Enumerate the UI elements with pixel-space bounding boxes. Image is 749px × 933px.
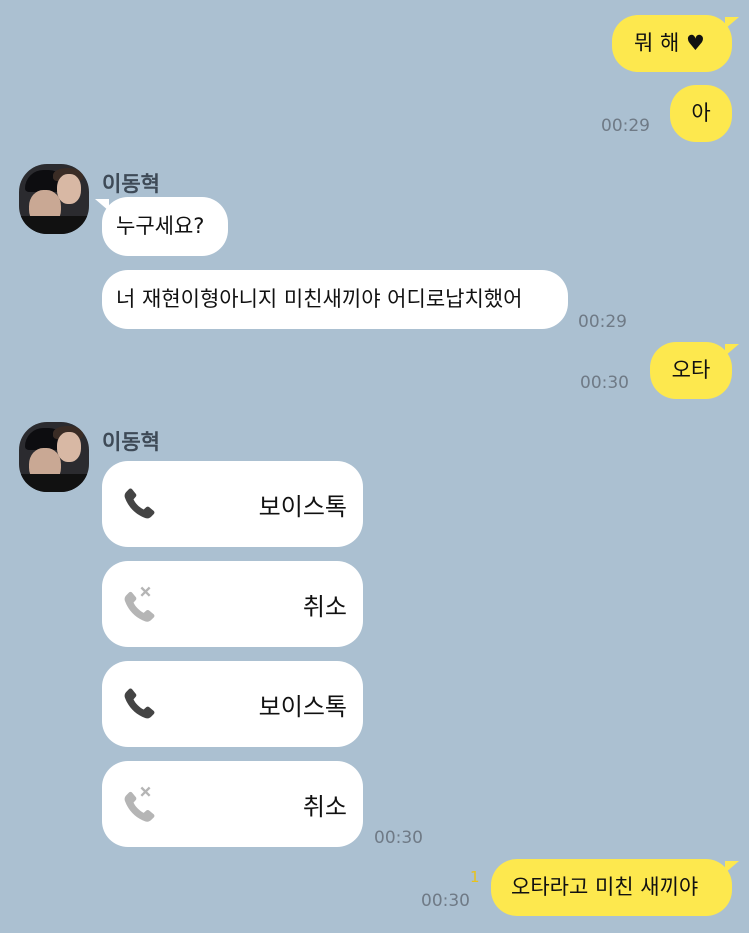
phone-missed-icon bbox=[124, 586, 155, 622]
message-time: 00:30 bbox=[421, 891, 470, 911]
my-message-bubble[interactable]: 오타라고 미친 새끼야 bbox=[491, 859, 739, 916]
call-label: 취소 bbox=[302, 592, 347, 621]
cancelled-call-card[interactable]: 취소 bbox=[102, 561, 363, 647]
avatar[interactable] bbox=[19, 164, 89, 234]
my-message-bubble[interactable]: 오타 bbox=[650, 342, 739, 399]
phone-missed-icon bbox=[124, 786, 155, 822]
their-message-bubble[interactable]: 너 재현이형아니지 미친새끼야 어디로납치했어 bbox=[102, 270, 568, 329]
message-text: 오타라고 미친 새끼야 bbox=[511, 875, 699, 899]
avatar[interactable] bbox=[19, 422, 89, 492]
phone-icon bbox=[124, 688, 155, 719]
voice-call-card[interactable]: 보이스톡 bbox=[102, 661, 363, 747]
message-time: 00:29 bbox=[601, 116, 650, 136]
phone-icon bbox=[124, 488, 155, 519]
cancelled-call-card[interactable]: 취소 bbox=[102, 761, 363, 847]
call-label: 보이스톡 bbox=[258, 492, 347, 521]
contact-name: 이동혁 bbox=[102, 430, 160, 454]
message-text: 너 재현이형아니지 미친새끼야 어디로납치했어 bbox=[116, 287, 523, 311]
message-text: 아 bbox=[691, 101, 711, 125]
voice-call-card[interactable]: 보이스톡 bbox=[102, 461, 363, 547]
message-time: 00:30 bbox=[374, 828, 423, 848]
message-time: 00:30 bbox=[580, 373, 629, 393]
message-text: 오타 bbox=[671, 358, 711, 382]
their-message-bubble[interactable]: 누구세요? bbox=[95, 197, 228, 256]
unread-count: 1 bbox=[470, 868, 480, 886]
message-text: 누구세요? bbox=[116, 214, 205, 238]
my-message-bubble[interactable]: 뭐 해 ♥ bbox=[612, 15, 739, 72]
contact-name: 이동혁 bbox=[102, 172, 160, 196]
message-text: 뭐 해 ♥ bbox=[634, 31, 705, 55]
message-time: 00:29 bbox=[578, 312, 627, 332]
call-label: 취소 bbox=[302, 792, 347, 821]
call-label: 보이스톡 bbox=[258, 692, 347, 721]
my-message-bubble[interactable]: 아 bbox=[670, 85, 732, 142]
